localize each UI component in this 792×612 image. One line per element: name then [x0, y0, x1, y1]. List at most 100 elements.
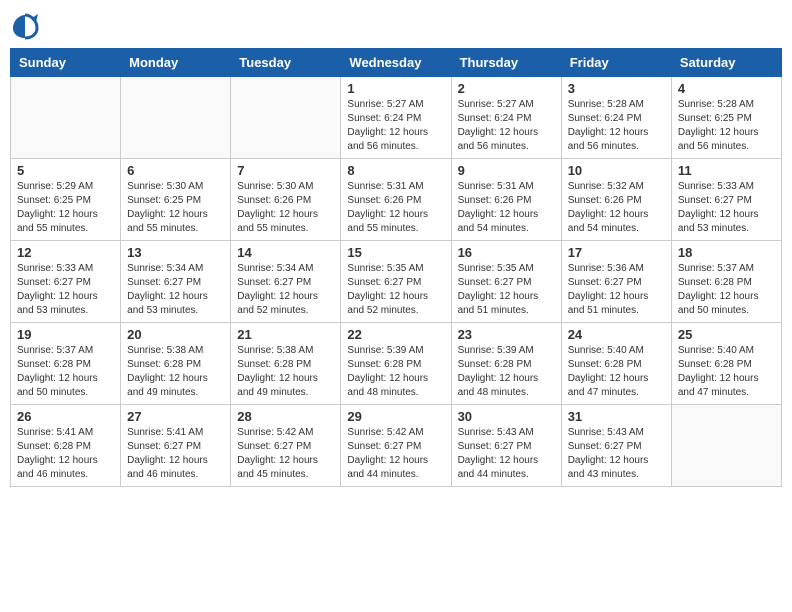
calendar-cell: 11 Sunrise: 5:33 AM Sunset: 6:27 PM Dayli… [671, 159, 781, 241]
day-info: Sunrise: 5:41 AM Sunset: 6:27 PM Dayligh… [127, 426, 224, 482]
day-info: Sunrise: 5:37 AM Sunset: 6:28 PM Dayligh… [678, 262, 775, 318]
day-info: Sunrise: 5:39 AM Sunset: 6:28 PM Dayligh… [458, 344, 555, 400]
day-info: Sunrise: 5:38 AM Sunset: 6:28 PM Dayligh… [237, 344, 334, 400]
calendar-cell: 27 Sunrise: 5:41 AM Sunset: 6:27 PM Dayli… [121, 405, 231, 487]
calendar-cell: 28 Sunrise: 5:42 AM Sunset: 6:27 PM Dayli… [231, 405, 341, 487]
calendar-cell: 19 Sunrise: 5:37 AM Sunset: 6:28 PM Dayli… [11, 323, 121, 405]
day-number: 7 [237, 163, 334, 178]
day-info: Sunrise: 5:27 AM Sunset: 6:24 PM Dayligh… [347, 98, 444, 154]
day-number: 19 [17, 327, 114, 342]
day-info: Sunrise: 5:32 AM Sunset: 6:26 PM Dayligh… [568, 180, 665, 236]
logo-icon [10, 10, 40, 40]
day-info: Sunrise: 5:36 AM Sunset: 6:27 PM Dayligh… [568, 262, 665, 318]
day-info: Sunrise: 5:40 AM Sunset: 6:28 PM Dayligh… [568, 344, 665, 400]
week-row-1: 1 Sunrise: 5:27 AM Sunset: 6:24 PM Daylig… [11, 77, 782, 159]
logo [10, 10, 42, 40]
weekday-header-row: SundayMondayTuesdayWednesdayThursdayFrid… [11, 49, 782, 77]
day-number: 12 [17, 245, 114, 260]
day-info: Sunrise: 5:37 AM Sunset: 6:28 PM Dayligh… [17, 344, 114, 400]
calendar-cell: 8 Sunrise: 5:31 AM Sunset: 6:26 PM Daylig… [341, 159, 451, 241]
day-number: 1 [347, 81, 444, 96]
calendar-cell: 31 Sunrise: 5:43 AM Sunset: 6:27 PM Dayli… [561, 405, 671, 487]
calendar-cell: 4 Sunrise: 5:28 AM Sunset: 6:25 PM Daylig… [671, 77, 781, 159]
day-number: 31 [568, 409, 665, 424]
calendar-cell: 20Sunrise: 5:38 AM Sunset: 6:28 PM Dayli… [121, 323, 231, 405]
calendar-table: SundayMondayTuesdayWednesdayThursdayFrid… [10, 48, 782, 487]
calendar-cell: 3 Sunrise: 5:28 AM Sunset: 6:24 PM Daylig… [561, 77, 671, 159]
weekday-header-sunday: Sunday [11, 49, 121, 77]
calendar-cell: 12 Sunrise: 5:33 AM Sunset: 6:27 PM Dayli… [11, 241, 121, 323]
day-number: 10 [568, 163, 665, 178]
calendar-cell: 24 Sunrise: 5:40 AM Sunset: 6:28 PM Dayli… [561, 323, 671, 405]
day-info: Sunrise: 5:42 AM Sunset: 6:27 PM Dayligh… [237, 426, 334, 482]
day-info: Sunrise: 5:33 AM Sunset: 6:27 PM Dayligh… [678, 180, 775, 236]
calendar-cell: 16 Sunrise: 5:35 AM Sunset: 6:27 PM Dayli… [451, 241, 561, 323]
day-info: Sunrise: 5:31 AM Sunset: 6:26 PM Dayligh… [458, 180, 555, 236]
calendar-cell: 29 Sunrise: 5:42 AM Sunset: 6:27 PM Dayli… [341, 405, 451, 487]
day-info: Sunrise: 5:40 AM Sunset: 6:28 PM Dayligh… [678, 344, 775, 400]
day-number: 17 [568, 245, 665, 260]
calendar-cell: 15 Sunrise: 5:35 AM Sunset: 6:27 PM Dayli… [341, 241, 451, 323]
day-number: 13 [127, 245, 224, 260]
day-number: 23 [458, 327, 555, 342]
weekday-header-friday: Friday [561, 49, 671, 77]
day-number: 14 [237, 245, 334, 260]
calendar-cell: 9 Sunrise: 5:31 AM Sunset: 6:26 PM Daylig… [451, 159, 561, 241]
week-row-3: 12 Sunrise: 5:33 AM Sunset: 6:27 PM Dayli… [11, 241, 782, 323]
calendar-cell: 22Sunrise: 5:39 AM Sunset: 6:28 PM Dayli… [341, 323, 451, 405]
day-info: Sunrise: 5:35 AM Sunset: 6:27 PM Dayligh… [347, 262, 444, 318]
calendar-cell: 23 Sunrise: 5:39 AM Sunset: 6:28 PM Dayli… [451, 323, 561, 405]
calendar-cell [121, 77, 231, 159]
day-info: Sunrise: 5:43 AM Sunset: 6:27 PM Dayligh… [568, 426, 665, 482]
day-info: Sunrise: 5:41 AM Sunset: 6:28 PM Dayligh… [17, 426, 114, 482]
day-info: Sunrise: 5:43 AM Sunset: 6:27 PM Dayligh… [458, 426, 555, 482]
day-number: 29 [347, 409, 444, 424]
calendar-cell: 14 Sunrise: 5:34 AM Sunset: 6:27 PM Dayli… [231, 241, 341, 323]
day-number: 18 [678, 245, 775, 260]
day-info: Sunrise: 5:33 AM Sunset: 6:27 PM Dayligh… [17, 262, 114, 318]
calendar-cell: 2 Sunrise: 5:27 AM Sunset: 6:24 PM Daylig… [451, 77, 561, 159]
day-number: 8 [347, 163, 444, 178]
weekday-header-saturday: Saturday [671, 49, 781, 77]
day-number: 9 [458, 163, 555, 178]
day-info: Sunrise: 5:31 AM Sunset: 6:26 PM Dayligh… [347, 180, 444, 236]
calendar-cell [231, 77, 341, 159]
day-number: 6 [127, 163, 224, 178]
day-info: Sunrise: 5:38 AM Sunset: 6:28 PM Dayligh… [127, 344, 224, 400]
day-number: 4 [678, 81, 775, 96]
calendar-cell: 26Sunrise: 5:41 AM Sunset: 6:28 PM Dayli… [11, 405, 121, 487]
day-number: 24 [568, 327, 665, 342]
day-info: Sunrise: 5:29 AM Sunset: 6:25 PM Dayligh… [17, 180, 114, 236]
day-info: Sunrise: 5:39 AM Sunset: 6:28 PM Dayligh… [347, 344, 444, 400]
day-number: 5 [17, 163, 114, 178]
calendar-cell: 18 Sunrise: 5:37 AM Sunset: 6:28 PM Dayli… [671, 241, 781, 323]
day-number: 3 [568, 81, 665, 96]
day-number: 27 [127, 409, 224, 424]
week-row-4: 19 Sunrise: 5:37 AM Sunset: 6:28 PM Dayli… [11, 323, 782, 405]
weekday-header-monday: Monday [121, 49, 231, 77]
day-number: 2 [458, 81, 555, 96]
weekday-header-tuesday: Tuesday [231, 49, 341, 77]
day-number: 15 [347, 245, 444, 260]
day-info: Sunrise: 5:34 AM Sunset: 6:27 PM Dayligh… [237, 262, 334, 318]
day-info: Sunrise: 5:30 AM Sunset: 6:26 PM Dayligh… [237, 180, 334, 236]
calendar-cell: 5 Sunrise: 5:29 AM Sunset: 6:25 PM Daylig… [11, 159, 121, 241]
day-number: 16 [458, 245, 555, 260]
day-number: 30 [458, 409, 555, 424]
day-info: Sunrise: 5:34 AM Sunset: 6:27 PM Dayligh… [127, 262, 224, 318]
day-number: 21 [237, 327, 334, 342]
calendar-cell: 30 Sunrise: 5:43 AM Sunset: 6:27 PM Dayli… [451, 405, 561, 487]
day-info: Sunrise: 5:42 AM Sunset: 6:27 PM Dayligh… [347, 426, 444, 482]
week-row-5: 26Sunrise: 5:41 AM Sunset: 6:28 PM Dayli… [11, 405, 782, 487]
day-number: 11 [678, 163, 775, 178]
day-info: Sunrise: 5:35 AM Sunset: 6:27 PM Dayligh… [458, 262, 555, 318]
day-info: Sunrise: 5:27 AM Sunset: 6:24 PM Dayligh… [458, 98, 555, 154]
calendar-cell: 6Sunrise: 5:30 AM Sunset: 6:25 PM Daylig… [121, 159, 231, 241]
day-info: Sunrise: 5:28 AM Sunset: 6:24 PM Dayligh… [568, 98, 665, 154]
calendar-cell: 21 Sunrise: 5:38 AM Sunset: 6:28 PM Dayli… [231, 323, 341, 405]
day-info: Sunrise: 5:28 AM Sunset: 6:25 PM Dayligh… [678, 98, 775, 154]
day-number: 25 [678, 327, 775, 342]
day-number: 28 [237, 409, 334, 424]
calendar-cell: 7 Sunrise: 5:30 AM Sunset: 6:26 PM Daylig… [231, 159, 341, 241]
calendar-cell: 1 Sunrise: 5:27 AM Sunset: 6:24 PM Daylig… [341, 77, 451, 159]
